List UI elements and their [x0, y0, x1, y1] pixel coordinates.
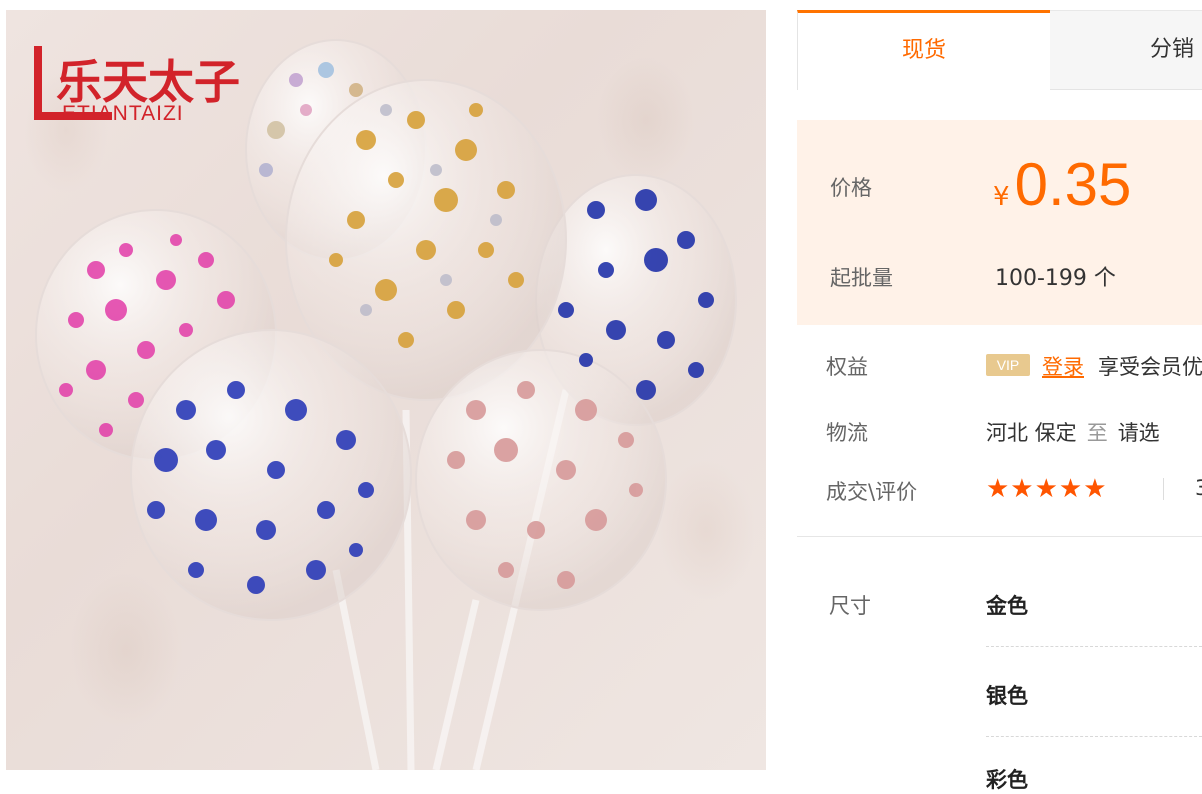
option-divider — [986, 736, 1202, 737]
option-silver[interactable]: 银色 — [986, 680, 1028, 710]
option-colorful[interactable]: 彩色 — [986, 764, 1028, 794]
currency-symbol: ¥ — [993, 182, 1010, 212]
origin-location: 河北 保定 — [986, 421, 1077, 445]
tab-spot-goods[interactable]: 现货 — [797, 10, 1050, 90]
benefits-label: 权益 — [826, 355, 868, 379]
option-gold[interactable]: 金色 — [986, 590, 1028, 620]
price-value: ¥ 0.35 — [993, 150, 1131, 219]
price-amount: 0.35 — [1014, 151, 1132, 218]
deal-count[interactable]: 3 — [1195, 476, 1202, 500]
logo-chinese-text: 乐天太子 — [56, 55, 240, 109]
login-link[interactable]: 登录 — [1042, 351, 1084, 381]
deals-reviews-label: 成交\评价 — [826, 480, 918, 504]
destination-select[interactable]: 请选 — [1118, 421, 1160, 445]
logistics-route: 河北 保定至请选 — [986, 417, 1160, 447]
option-divider — [986, 646, 1202, 647]
moq-value: 100-199 个 — [995, 266, 1116, 291]
offer-tabs: 现货 分销 — [797, 10, 1202, 90]
rating-stars: ★★★★★ — [986, 474, 1108, 504]
to-separator: 至 — [1086, 421, 1108, 445]
brand-logo: 乐天太子 ETIANTAIZI — [32, 40, 268, 125]
logistics-label: 物流 — [826, 421, 868, 445]
balloon-rose — [415, 349, 667, 611]
moq-label: 起批量 — [830, 266, 893, 290]
price-label: 价格 — [830, 176, 872, 200]
section-divider — [797, 536, 1202, 537]
logo-english-text: ETIANTAIZI — [62, 102, 184, 122]
member-benefit-text: 享受会员优 — [1098, 355, 1202, 379]
price-panel: 价格 ¥ 0.35 起批量 100-199 个 — [797, 120, 1202, 325]
vip-badge: VIP — [986, 354, 1030, 376]
product-image[interactable]: 乐天太子 ETIANTAIZI — [6, 10, 766, 770]
tab-distribution[interactable]: 分销 — [1050, 10, 1202, 90]
size-label: 尺寸 — [829, 594, 871, 618]
balloons-illustration — [35, 39, 737, 770]
divider-vertical — [1163, 478, 1164, 500]
